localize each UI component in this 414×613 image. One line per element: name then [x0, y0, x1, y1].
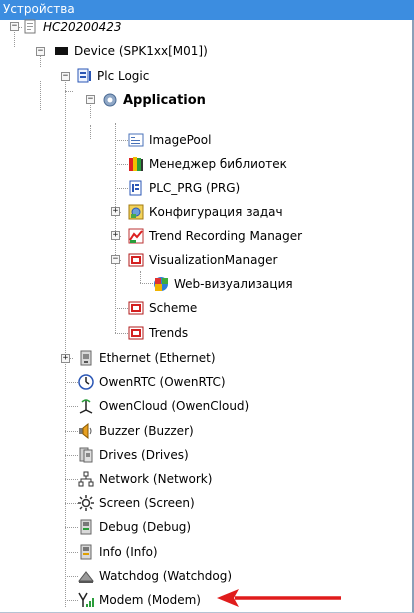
tree-item-imagepool[interactable]: ImagePool [128, 129, 211, 151]
web-visualization-icon [153, 276, 169, 292]
tree-item-label: Plc Logic [97, 69, 150, 83]
visualization-manager-icon [128, 252, 144, 268]
tree-item-label: Network (Network) [99, 472, 213, 486]
tree-item-label: Info (Info) [99, 545, 158, 559]
tree-item-label: VisualizationManager [149, 253, 278, 267]
cloud-antenna-icon [78, 398, 94, 414]
visualization-icon [128, 325, 144, 341]
tree-item-label: PLC_PRG (PRG) [149, 181, 241, 195]
tree-item-debug[interactable]: Debug (Debug) [78, 516, 191, 538]
tree-item-label: Screen (Screen) [99, 496, 195, 510]
tree-item-trends[interactable]: Trends [128, 322, 188, 344]
tree-item-network[interactable]: Network (Network) [78, 468, 212, 490]
expander-vis-manager[interactable]: − [111, 255, 120, 264]
task-config-icon [128, 204, 144, 220]
tree-item-label: HC20200423 [43, 20, 122, 34]
tree-item-info[interactable]: Info (Info) [78, 541, 158, 563]
trend-manager-icon [128, 228, 144, 244]
expander-plc-logic[interactable]: − [61, 72, 70, 81]
network-icon [78, 471, 94, 487]
info-module-icon [78, 544, 94, 560]
tree-item-label: Менеджер библиотек [149, 157, 287, 171]
tree-item-ethernet[interactable]: Ethernet (Ethernet) [78, 347, 216, 369]
tree-item-screen[interactable]: Screen (Screen) [78, 492, 195, 514]
tree-item-label: Drives (Drives) [99, 448, 189, 462]
tree-item-label: Modem (Modem) [99, 593, 201, 607]
tree-item-drives[interactable]: Drives (Drives) [78, 444, 189, 466]
tree-item-vis-manager[interactable]: VisualizationManager [128, 249, 277, 271]
tree-item-label: OwenCloud (OwenCloud) [99, 399, 250, 413]
tree-item-device[interactable]: Device (SPK1xx[M01]) [53, 40, 208, 62]
tree-item-plc-prg[interactable]: PLC_PRG (PRG) [128, 177, 240, 199]
antenna-signal-icon [78, 592, 94, 608]
tree-item-project[interactable]: HC20200423 [22, 16, 121, 38]
visualization-icon [128, 300, 144, 316]
speaker-icon [78, 422, 94, 440]
drives-icon [78, 447, 94, 463]
brightness-icon [78, 495, 94, 511]
tree-item-label: Ethernet (Ethernet) [99, 351, 216, 365]
expander-application[interactable]: − [86, 95, 95, 104]
tree-item-application[interactable]: Application [102, 89, 206, 111]
plc-logic-icon [76, 68, 92, 84]
tree-item-modem[interactable]: Modem (Modem) [78, 589, 201, 611]
tree-item-label: Device (SPK1xx[M01]) [74, 44, 208, 58]
clock-icon [78, 374, 94, 390]
tree-item-label: Конфигурация задач [149, 205, 283, 219]
tree-item-label: Debug (Debug) [99, 520, 192, 534]
ethernet-port-icon [78, 350, 94, 366]
annotation-arrow [217, 589, 341, 607]
tree-item-library-manager[interactable]: Менеджер библиотек [128, 153, 287, 175]
expander-ethernet[interactable]: + [61, 354, 70, 363]
watchdog-icon [77, 568, 95, 584]
tree-item-label: ImagePool [149, 133, 212, 147]
tree-item-buzzer[interactable]: Buzzer (Buzzer) [78, 420, 194, 442]
device-icon [53, 43, 69, 59]
tree-item-label: Trend Recording Manager [149, 229, 303, 243]
debug-module-icon [78, 519, 94, 535]
tree-item-scheme[interactable]: Scheme [128, 297, 197, 319]
tree-item-task-config[interactable]: Конфигурация задач [128, 201, 283, 223]
expander-device[interactable]: − [36, 47, 45, 56]
tree-item-owenrtc[interactable]: OwenRTC (OwenRTC) [78, 371, 226, 393]
device-tree[interactable]: − − − − + + − + HC20200423 Device (SPK1x… [0, 19, 414, 613]
expander-trend-manager[interactable]: + [111, 231, 120, 240]
tree-item-label: Scheme [149, 301, 198, 315]
tree-item-watchdog[interactable]: Watchdog (Watchdog) [77, 565, 233, 587]
tree-item-label: Watchdog (Watchdog) [99, 569, 233, 583]
tree-item-trend-manager[interactable]: Trend Recording Manager [128, 225, 302, 247]
expander-project[interactable]: − [10, 22, 19, 31]
tree-item-label: Application [123, 92, 206, 108]
image-pool-icon [128, 132, 144, 148]
tree-item-web-vis[interactable]: Web-визуализация [153, 273, 293, 295]
expander-task-config[interactable]: + [111, 207, 120, 216]
gear-icon [102, 92, 118, 108]
tree-item-label: OwenRTC (OwenRTC) [99, 375, 226, 389]
tree-item-label: Trends [149, 326, 189, 340]
tree-item-label: Buzzer (Buzzer) [99, 424, 194, 438]
library-books-icon [128, 156, 144, 172]
project-icon [22, 19, 38, 35]
tree-item-label: Web-визуализация [174, 277, 293, 291]
tree-item-plc-logic[interactable]: Plc Logic [76, 65, 149, 87]
tree-item-owencloud[interactable]: OwenCloud (OwenCloud) [78, 395, 249, 417]
program-icon [128, 180, 144, 196]
